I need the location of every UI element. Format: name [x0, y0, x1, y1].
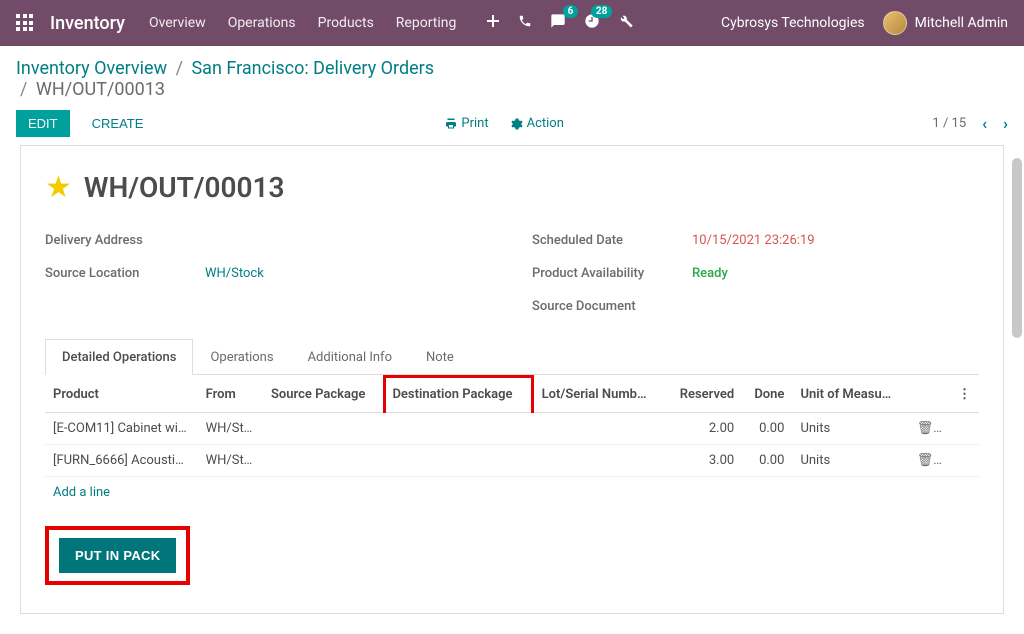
- nav-products[interactable]: Products: [318, 15, 374, 31]
- breadcrumb-root[interactable]: Inventory Overview: [16, 58, 167, 79]
- app-brand[interactable]: Inventory: [50, 13, 125, 34]
- scheduled-date-value: 10/15/2021 23:26:19: [692, 233, 815, 248]
- tab-operations[interactable]: Operations: [193, 339, 290, 375]
- nav-icons-group: 6 28: [486, 13, 634, 33]
- top-navbar: Inventory Overview Operations Products R…: [0, 0, 1024, 46]
- source-location-value[interactable]: WH/Stock: [205, 266, 264, 281]
- delivery-address-label: Delivery Address: [45, 233, 205, 248]
- pager: 1 / 15 ‹ ›: [932, 114, 1008, 133]
- user-menu[interactable]: Mitchell Admin: [883, 11, 1008, 35]
- col-destination-package[interactable]: Destination Package: [385, 377, 532, 413]
- apps-icon[interactable]: [16, 14, 34, 32]
- scheduled-date-label: Scheduled Date: [532, 233, 692, 248]
- breadcrumb-current: WH/OUT/00013: [36, 79, 165, 100]
- tabs: Detailed Operations Operations Additiona…: [45, 338, 979, 375]
- col-from[interactable]: From: [198, 377, 263, 413]
- trash-icon[interactable]: 🗑…: [909, 412, 950, 444]
- avatar: [883, 11, 907, 35]
- operations-table: Product From Source Package Destination …: [45, 375, 979, 508]
- col-reserved[interactable]: Reserved: [665, 377, 742, 413]
- tab-note[interactable]: Note: [409, 339, 471, 375]
- nav-overview[interactable]: Overview: [149, 15, 206, 31]
- availability-label: Product Availability: [532, 266, 692, 281]
- availability-value: Ready: [692, 266, 728, 281]
- company-switcher[interactable]: Cybrosys Technologies: [721, 15, 865, 31]
- print-action[interactable]: Print: [445, 116, 488, 131]
- page-title: WH/OUT/00013: [84, 171, 285, 204]
- form-sheet: ★ WH/OUT/00013 Delivery Address Source L…: [20, 145, 1004, 614]
- wrench-icon[interactable]: [618, 13, 634, 33]
- pager-position: 1 / 15: [932, 116, 966, 131]
- plus-icon[interactable]: [486, 14, 500, 32]
- pager-prev[interactable]: ‹: [982, 114, 987, 133]
- nav-operations[interactable]: Operations: [228, 15, 296, 31]
- col-uom[interactable]: Unit of Measu…: [792, 377, 908, 413]
- source-location-label: Source Location: [45, 266, 205, 281]
- chat-icon[interactable]: 6: [550, 13, 566, 33]
- scrollbar[interactable]: [1012, 158, 1022, 338]
- put-in-pack-button[interactable]: PUT IN PACK: [59, 538, 176, 573]
- user-name: Mitchell Admin: [915, 15, 1008, 31]
- col-product[interactable]: Product: [45, 377, 198, 413]
- action-dropdown[interactable]: Action: [511, 116, 564, 131]
- kebab-icon[interactable]: ⋮: [950, 377, 979, 413]
- gear-icon: [511, 118, 523, 130]
- table-row[interactable]: [FURN_6666] Acousti… WH/Sto… 3.00 0.00 U…: [45, 444, 979, 476]
- nav-reporting[interactable]: Reporting: [396, 15, 457, 31]
- table-row[interactable]: [E-COM11] Cabinet wi… WH/Sto… 2.00 0.00 …: [45, 412, 979, 444]
- create-button[interactable]: CREATE: [80, 110, 156, 137]
- pager-next[interactable]: ›: [1003, 114, 1008, 133]
- col-lot-serial[interactable]: Lot/Serial Numb…: [532, 377, 665, 413]
- add-line-button[interactable]: Add a line: [45, 476, 979, 508]
- tab-additional-info[interactable]: Additional Info: [291, 339, 409, 375]
- source-document-label: Source Document: [532, 299, 692, 314]
- tab-detailed-operations[interactable]: Detailed Operations: [45, 339, 193, 375]
- print-icon: [445, 118, 457, 130]
- breadcrumb-mid[interactable]: San Francisco: Delivery Orders: [191, 58, 434, 79]
- phone-icon[interactable]: [518, 14, 532, 32]
- clock-icon[interactable]: 28: [584, 13, 600, 33]
- clock-badge: 28: [591, 5, 612, 18]
- edit-button[interactable]: EDIT: [16, 110, 70, 137]
- breadcrumb: Inventory Overview / San Francisco: Deli…: [16, 58, 1008, 100]
- trash-icon[interactable]: 🗑…: [909, 444, 950, 476]
- control-bar: Inventory Overview / San Francisco: Deli…: [0, 46, 1024, 145]
- col-done[interactable]: Done: [742, 377, 792, 413]
- col-source-package[interactable]: Source Package: [263, 377, 385, 413]
- chat-badge: 6: [563, 5, 579, 18]
- star-icon[interactable]: ★: [45, 170, 72, 205]
- put-in-pack-highlight: PUT IN PACK: [45, 526, 190, 585]
